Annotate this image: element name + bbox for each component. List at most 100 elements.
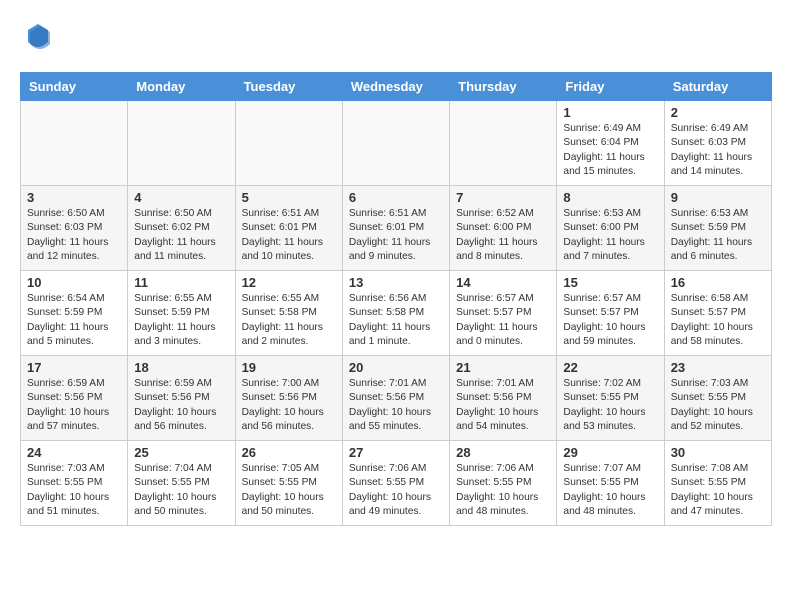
day-number: 5	[242, 190, 336, 205]
day-number: 15	[563, 275, 657, 290]
weekday-sunday: Sunday	[21, 73, 128, 101]
day-number: 23	[671, 360, 765, 375]
day-number: 11	[134, 275, 228, 290]
day-info: Sunrise: 6:49 AM Sunset: 6:03 PM Dayligh…	[671, 122, 765, 179]
weekday-monday: Monday	[128, 73, 235, 101]
calendar-cell: 12 Sunrise: 6:55 AM Sunset: 5:58 PM Dayli…	[235, 271, 342, 356]
day-info: Sunrise: 7:07 AM Sunset: 5:55 PM Dayligh…	[563, 462, 657, 519]
day-number: 30	[671, 445, 765, 460]
day-number: 7	[456, 190, 550, 205]
day-number: 16	[671, 275, 765, 290]
calendar-cell	[342, 101, 449, 186]
calendar-cell: 24 Sunrise: 7:03 AM Sunset: 5:55 PM Dayli…	[21, 441, 128, 526]
calendar-cell: 13 Sunrise: 6:56 AM Sunset: 5:58 PM Dayli…	[342, 271, 449, 356]
day-info: Sunrise: 6:51 AM Sunset: 6:01 PM Dayligh…	[349, 207, 443, 264]
calendar-cell: 25 Sunrise: 7:04 AM Sunset: 5:55 PM Dayli…	[128, 441, 235, 526]
day-number: 13	[349, 275, 443, 290]
day-number: 10	[27, 275, 121, 290]
weekday-header-row: SundayMondayTuesdayWednesdayThursdayFrid…	[21, 73, 772, 101]
day-number: 20	[349, 360, 443, 375]
day-info: Sunrise: 7:03 AM Sunset: 5:55 PM Dayligh…	[671, 377, 765, 434]
logo[interactable]	[20, 20, 62, 56]
day-info: Sunrise: 6:53 AM Sunset: 5:59 PM Dayligh…	[671, 207, 765, 264]
day-info: Sunrise: 7:01 AM Sunset: 5:56 PM Dayligh…	[349, 377, 443, 434]
calendar-cell: 26 Sunrise: 7:05 AM Sunset: 5:55 PM Dayli…	[235, 441, 342, 526]
day-number: 6	[349, 190, 443, 205]
day-number: 8	[563, 190, 657, 205]
calendar-cell: 10 Sunrise: 6:54 AM Sunset: 5:59 PM Dayli…	[21, 271, 128, 356]
weekday-friday: Friday	[557, 73, 664, 101]
calendar-cell	[450, 101, 557, 186]
calendar-cell: 6 Sunrise: 6:51 AM Sunset: 6:01 PM Daylig…	[342, 186, 449, 271]
day-number: 3	[27, 190, 121, 205]
header	[20, 20, 772, 56]
calendar-cell: 20 Sunrise: 7:01 AM Sunset: 5:56 PM Dayli…	[342, 356, 449, 441]
day-number: 27	[349, 445, 443, 460]
day-number: 12	[242, 275, 336, 290]
day-number: 26	[242, 445, 336, 460]
week-row-4: 17 Sunrise: 6:59 AM Sunset: 5:56 PM Dayli…	[21, 356, 772, 441]
calendar-cell: 8 Sunrise: 6:53 AM Sunset: 6:00 PM Daylig…	[557, 186, 664, 271]
calendar-cell: 21 Sunrise: 7:01 AM Sunset: 5:56 PM Dayli…	[450, 356, 557, 441]
day-info: Sunrise: 6:51 AM Sunset: 6:01 PM Dayligh…	[242, 207, 336, 264]
calendar-cell	[128, 101, 235, 186]
calendar-cell: 22 Sunrise: 7:02 AM Sunset: 5:55 PM Dayli…	[557, 356, 664, 441]
calendar-cell: 3 Sunrise: 6:50 AM Sunset: 6:03 PM Daylig…	[21, 186, 128, 271]
day-info: Sunrise: 7:05 AM Sunset: 5:55 PM Dayligh…	[242, 462, 336, 519]
day-info: Sunrise: 7:03 AM Sunset: 5:55 PM Dayligh…	[27, 462, 121, 519]
calendar-cell: 2 Sunrise: 6:49 AM Sunset: 6:03 PM Daylig…	[664, 101, 771, 186]
day-info: Sunrise: 7:02 AM Sunset: 5:55 PM Dayligh…	[563, 377, 657, 434]
day-number: 2	[671, 105, 765, 120]
day-info: Sunrise: 6:50 AM Sunset: 6:02 PM Dayligh…	[134, 207, 228, 264]
week-row-2: 3 Sunrise: 6:50 AM Sunset: 6:03 PM Daylig…	[21, 186, 772, 271]
calendar-cell: 9Sunrise: 6:53 AM Sunset: 5:59 PM Daylig…	[664, 186, 771, 271]
day-info: Sunrise: 6:56 AM Sunset: 5:58 PM Dayligh…	[349, 292, 443, 349]
day-number: 22	[563, 360, 657, 375]
day-info: Sunrise: 7:04 AM Sunset: 5:55 PM Dayligh…	[134, 462, 228, 519]
day-info: Sunrise: 6:59 AM Sunset: 5:56 PM Dayligh…	[27, 377, 121, 434]
weekday-saturday: Saturday	[664, 73, 771, 101]
day-info: Sunrise: 6:57 AM Sunset: 5:57 PM Dayligh…	[563, 292, 657, 349]
day-number: 14	[456, 275, 550, 290]
day-info: Sunrise: 7:00 AM Sunset: 5:56 PM Dayligh…	[242, 377, 336, 434]
page-container: SundayMondayTuesdayWednesdayThursdayFrid…	[20, 20, 772, 526]
day-info: Sunrise: 6:59 AM Sunset: 5:56 PM Dayligh…	[134, 377, 228, 434]
day-info: Sunrise: 7:06 AM Sunset: 5:55 PM Dayligh…	[349, 462, 443, 519]
day-info: Sunrise: 6:58 AM Sunset: 5:57 PM Dayligh…	[671, 292, 765, 349]
day-info: Sunrise: 6:52 AM Sunset: 6:00 PM Dayligh…	[456, 207, 550, 264]
day-info: Sunrise: 6:55 AM Sunset: 5:58 PM Dayligh…	[242, 292, 336, 349]
calendar-table: SundayMondayTuesdayWednesdayThursdayFrid…	[20, 72, 772, 526]
day-info: Sunrise: 6:54 AM Sunset: 5:59 PM Dayligh…	[27, 292, 121, 349]
day-number: 29	[563, 445, 657, 460]
calendar-cell	[235, 101, 342, 186]
calendar-cell: 27 Sunrise: 7:06 AM Sunset: 5:55 PM Dayli…	[342, 441, 449, 526]
calendar-cell: 28 Sunrise: 7:06 AM Sunset: 5:55 PM Dayli…	[450, 441, 557, 526]
week-row-1: 1Sunrise: 6:49 AM Sunset: 6:04 PM Daylig…	[21, 101, 772, 186]
calendar-cell: 18Sunrise: 6:59 AM Sunset: 5:56 PM Dayli…	[128, 356, 235, 441]
week-row-3: 10 Sunrise: 6:54 AM Sunset: 5:59 PM Dayli…	[21, 271, 772, 356]
day-number: 24	[27, 445, 121, 460]
calendar-cell: 29 Sunrise: 7:07 AM Sunset: 5:55 PM Dayli…	[557, 441, 664, 526]
logo-icon	[20, 20, 56, 56]
day-info: Sunrise: 7:01 AM Sunset: 5:56 PM Dayligh…	[456, 377, 550, 434]
day-number: 19	[242, 360, 336, 375]
calendar-cell	[21, 101, 128, 186]
calendar-cell: 16 Sunrise: 6:58 AM Sunset: 5:57 PM Dayli…	[664, 271, 771, 356]
day-number: 25	[134, 445, 228, 460]
calendar-cell: 1Sunrise: 6:49 AM Sunset: 6:04 PM Daylig…	[557, 101, 664, 186]
calendar-cell: 17 Sunrise: 6:59 AM Sunset: 5:56 PM Dayli…	[21, 356, 128, 441]
day-number: 21	[456, 360, 550, 375]
weekday-thursday: Thursday	[450, 73, 557, 101]
day-number: 17	[27, 360, 121, 375]
day-info: Sunrise: 6:53 AM Sunset: 6:00 PM Dayligh…	[563, 207, 657, 264]
day-number: 1	[563, 105, 657, 120]
day-number: 28	[456, 445, 550, 460]
day-number: 4	[134, 190, 228, 205]
day-info: Sunrise: 7:06 AM Sunset: 5:55 PM Dayligh…	[456, 462, 550, 519]
day-info: Sunrise: 6:57 AM Sunset: 5:57 PM Dayligh…	[456, 292, 550, 349]
week-row-5: 24 Sunrise: 7:03 AM Sunset: 5:55 PM Dayli…	[21, 441, 772, 526]
calendar-cell: 4 Sunrise: 6:50 AM Sunset: 6:02 PM Daylig…	[128, 186, 235, 271]
day-info: Sunrise: 6:50 AM Sunset: 6:03 PM Dayligh…	[27, 207, 121, 264]
calendar-cell: 15 Sunrise: 6:57 AM Sunset: 5:57 PM Dayli…	[557, 271, 664, 356]
calendar-cell: 7 Sunrise: 6:52 AM Sunset: 6:00 PM Daylig…	[450, 186, 557, 271]
